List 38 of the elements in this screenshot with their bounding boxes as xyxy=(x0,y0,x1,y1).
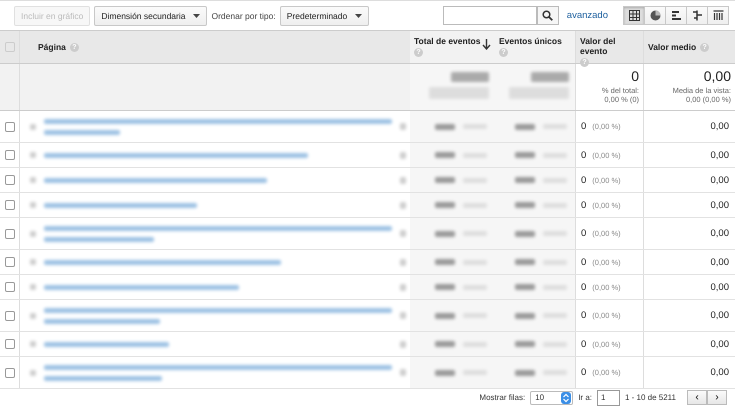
page-field[interactable]: 1 xyxy=(596,390,620,406)
average-value: 0,00 xyxy=(710,228,729,239)
sort-type-dropdown[interactable]: Predeterminado xyxy=(280,6,370,26)
previous-page-button[interactable]: ‹ xyxy=(687,390,707,405)
event-value: 0 xyxy=(581,338,586,350)
average-value: 0,00 xyxy=(710,256,729,268)
average-value: 0,00 xyxy=(710,200,729,210)
event-value: 0 xyxy=(581,200,586,210)
rows-select[interactable]: 10 xyxy=(530,390,574,404)
column-label: Página xyxy=(38,42,66,52)
event-value: 0 xyxy=(581,228,586,239)
goto-label: Ir a: xyxy=(578,393,592,402)
event-value: 0 xyxy=(581,256,586,268)
column-label: Total de eventos xyxy=(414,36,480,46)
event-value: 0 xyxy=(581,310,586,321)
column-label: Valor medio xyxy=(648,42,696,52)
average-value: 0,00 xyxy=(710,338,729,350)
next-page-button[interactable]: › xyxy=(707,390,727,405)
column-label: Valor del evento xyxy=(580,36,616,56)
average-value: 0,00 xyxy=(710,150,729,160)
average-value: 0,00 xyxy=(710,282,729,292)
event-value: 0 xyxy=(581,121,586,132)
average-value: 0,00 xyxy=(710,121,729,132)
advanced-link[interactable]: avanzado xyxy=(566,10,608,21)
average-value: 0,00 xyxy=(710,367,729,378)
total-value: 0 xyxy=(631,68,639,84)
page-range: 1 - 10 de 5211 xyxy=(624,393,676,402)
column-label: Eventos únicos xyxy=(499,36,562,46)
rows-label: Mostrar filas: xyxy=(479,393,526,402)
event-value: 0 xyxy=(581,174,586,186)
sort-label: Ordenar por tipo: xyxy=(211,10,276,20)
total-value: 0,00 xyxy=(704,68,731,84)
event-value: 0 xyxy=(581,150,586,160)
average-value: 0,00 xyxy=(710,310,729,321)
event-value: 0 xyxy=(581,367,586,378)
secondary-dimension-dropdown[interactable]: Dimensión secundaria xyxy=(94,6,208,26)
average-value: 0,00 xyxy=(710,174,729,186)
event-value: 0 xyxy=(581,282,586,292)
